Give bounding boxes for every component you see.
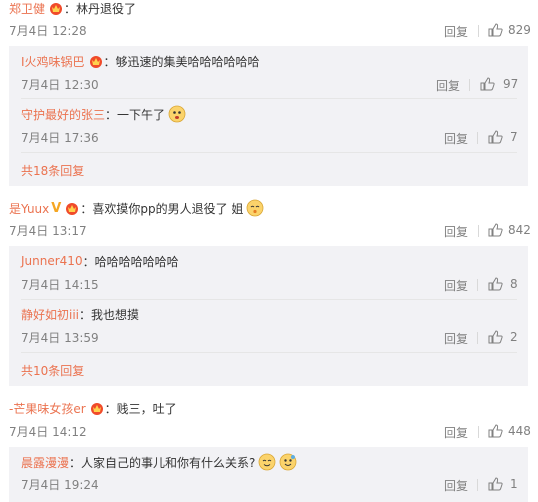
like-count: 2 (510, 330, 518, 344)
reply-header: I火鸡味锅巴 ：够迅速的集美哈哈哈哈哈哈 (21, 53, 260, 69)
reply-date: 7月4日 17:36 (21, 130, 99, 145)
divider (21, 152, 517, 153)
reply-header: Junner410 ：哈哈哈哈哈哈哈 (21, 253, 179, 269)
more-replies-link[interactable]: 共10条回复 (21, 362, 84, 379)
reply-button[interactable]: 回复 (444, 23, 468, 40)
comment-header: 郑卫健 ：林丹退役了 (9, 0, 136, 16)
reply-button[interactable]: 回复 (444, 477, 468, 494)
divider (478, 25, 479, 37)
comment-username[interactable]: 郑卫健 (9, 0, 45, 17)
reply-header: 守护最好的张三 ：一下午了 (21, 105, 186, 123)
member-crown-icon (90, 403, 103, 415)
emoji-face-icon (168, 105, 186, 123)
reply-button[interactable]: 回复 (436, 77, 460, 94)
comment-text: ：林丹退役了 (64, 1, 137, 16)
reply-date: 7月4日 19:24 (21, 477, 99, 492)
comment-text: ：贱三，吐了 (104, 401, 177, 416)
member-crown-icon (66, 203, 79, 215)
like-count: 448 (508, 424, 531, 438)
comment-list: 郑卫健 ：林丹退役了 7月4日 12:28 回复 829 I火鸡味锅巴 ：够迅速… (0, 0, 538, 502)
divider (21, 299, 517, 300)
comment-username[interactable]: -芒果味女孩er (9, 400, 86, 417)
reply-button[interactable]: 回复 (444, 223, 468, 240)
comment-date: 7月4日 13:17 (9, 223, 87, 238)
emoji-face-icon (258, 453, 276, 471)
reply-text: ：我也想摸 (79, 307, 140, 322)
divider (469, 79, 470, 91)
like-count: 7 (510, 130, 518, 144)
reply-button[interactable]: 回复 (444, 277, 468, 294)
thumbs-up-icon[interactable] (480, 77, 495, 91)
reply-username[interactable]: 晨露漫漫 (21, 454, 69, 471)
reply-username[interactable]: I火鸡味锅巴 (21, 53, 85, 70)
comment-text: ：喜欢摸你pp的男人退役了 姐 (80, 201, 244, 216)
divider (477, 132, 478, 144)
member-crown-icon (89, 56, 102, 68)
divider (21, 98, 517, 99)
thumbs-up-icon[interactable] (488, 223, 503, 237)
comment-header: 是Yuux V ：喜欢摸你pp的男人退役了 姐 (9, 199, 264, 217)
divider (477, 279, 478, 291)
v-verified-icon: V (51, 200, 62, 216)
reply-text: ：人家自己的事儿和你有什么关系? (69, 455, 256, 470)
member-crown-icon (50, 3, 63, 15)
divider (478, 426, 479, 438)
reply-button[interactable]: 回复 (444, 130, 468, 147)
comment-date: 7月4日 12:28 (9, 23, 87, 38)
thumbs-up-icon[interactable] (488, 424, 503, 438)
reply-username[interactable]: 静好如初iii (21, 306, 79, 323)
divider (477, 479, 478, 491)
reply-header: 静好如初iii ：我也想摸 (21, 306, 139, 322)
divider (477, 332, 478, 344)
emoji-face-icon (247, 199, 264, 217)
comment-date: 7月4日 14:12 (9, 424, 87, 439)
reply-button[interactable]: 回复 (444, 330, 468, 347)
reply-header: 晨露漫漫 ：人家自己的事儿和你有什么关系? (21, 453, 297, 471)
reply-button[interactable]: 回复 (444, 424, 468, 441)
more-replies-link[interactable]: 共18条回复 (21, 162, 84, 179)
reply-date: 7月4日 13:59 (21, 330, 99, 345)
thumbs-up-icon[interactable] (488, 277, 503, 291)
thumbs-up-icon[interactable] (488, 130, 503, 144)
reply-username[interactable]: Junner410 (21, 254, 83, 268)
emoji-face-icon (279, 453, 297, 471)
reply-date: 7月4日 14:15 (21, 277, 99, 292)
like-count: 97 (503, 77, 519, 91)
like-count: 829 (508, 23, 531, 37)
reply-text: ：一下午了 (105, 107, 166, 122)
reply-username[interactable]: 守护最好的张三 (21, 106, 105, 123)
reply-date: 7月4日 12:30 (21, 77, 99, 92)
divider (478, 225, 479, 237)
like-count: 8 (510, 277, 518, 291)
divider (21, 352, 517, 353)
thumbs-up-icon[interactable] (488, 477, 503, 491)
comment-username[interactable]: 是Yuux (9, 200, 49, 217)
reply-text: ：哈哈哈哈哈哈哈 (82, 254, 179, 269)
comment-header: -芒果味女孩er ：贱三，吐了 (9, 400, 177, 416)
thumbs-up-icon[interactable] (488, 330, 503, 344)
reply-text: ：够迅速的集美哈哈哈哈哈哈 (103, 54, 260, 69)
thumbs-up-icon[interactable] (488, 23, 503, 37)
like-count: 1 (510, 477, 518, 491)
like-count: 842 (508, 223, 531, 237)
